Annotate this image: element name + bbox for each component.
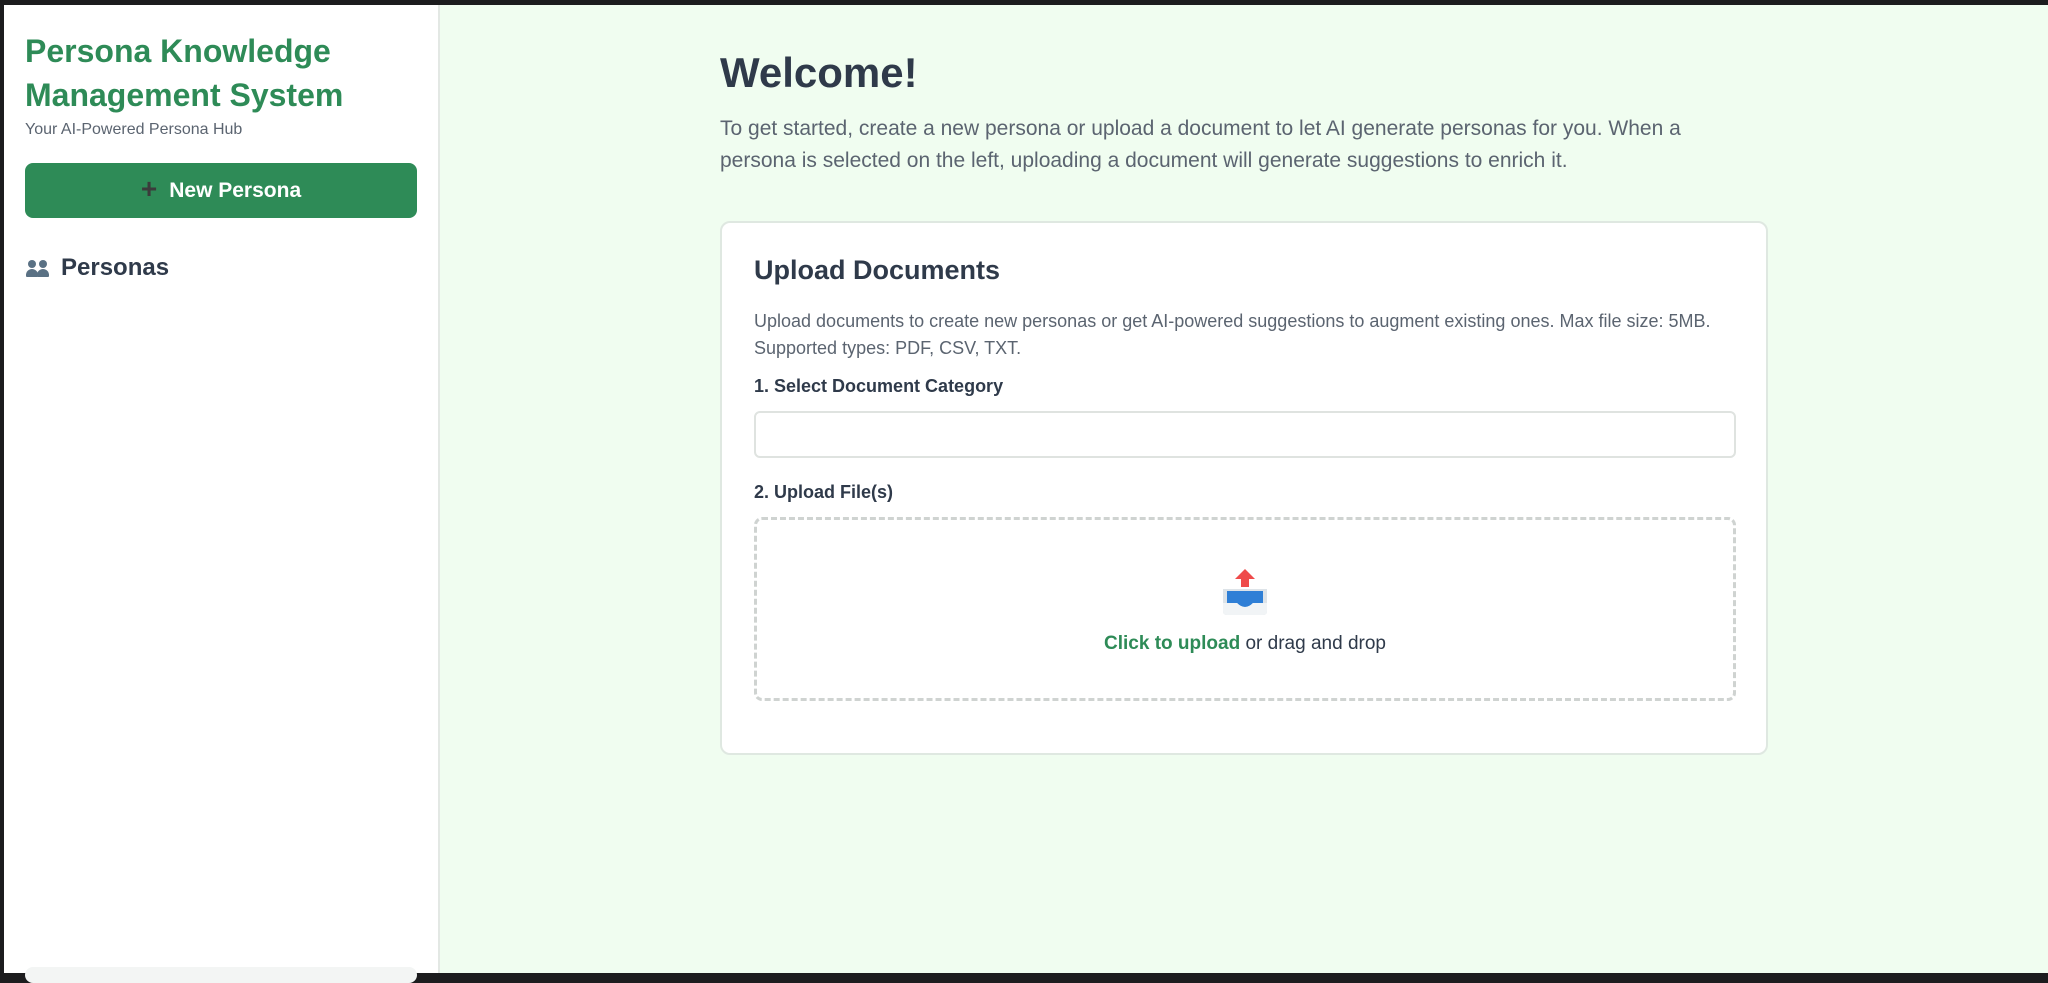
document-category-select[interactable] bbox=[754, 411, 1736, 458]
app-title: Persona Knowledge Management System bbox=[25, 33, 344, 113]
welcome-text: To get started, create a new persona or … bbox=[720, 117, 1681, 172]
upload-card-description: Upload documents to create new personas … bbox=[754, 311, 1711, 358]
category-label: 1. Select Document Category bbox=[754, 376, 1004, 396]
upload-card-title: Upload Documents bbox=[754, 255, 1001, 285]
file-dropzone[interactable]: Click to upload or drag and drop bbox=[754, 517, 1736, 701]
dropzone-text: Click to upload or drag and drop bbox=[1104, 633, 1386, 655]
inbox-tray-icon bbox=[1223, 569, 1267, 615]
sidebar-footer bbox=[25, 967, 417, 983]
personas-section-header: Personas bbox=[25, 254, 417, 282]
new-persona-button[interactable]: + New Persona bbox=[25, 163, 417, 218]
upload-documents-card: Upload Documents Upload documents to cre… bbox=[720, 221, 1768, 755]
welcome-section: Welcome! To get started, create a new pe… bbox=[720, 45, 1770, 755]
welcome-title: Welcome! bbox=[720, 49, 918, 96]
sidebar: Persona Knowledge Management System Your… bbox=[4, 5, 440, 983]
new-persona-label: New Persona bbox=[169, 178, 302, 202]
app-window: Persona Knowledge Management System Your… bbox=[4, 5, 2048, 983]
drag-and-drop-text: or drag and drop bbox=[1240, 633, 1386, 654]
app-subtitle: Your AI-Powered Persona Hub bbox=[25, 121, 243, 138]
people-icon bbox=[25, 258, 51, 278]
plus-icon: + bbox=[140, 173, 158, 204]
main-content: Welcome! To get started, create a new pe… bbox=[440, 5, 2048, 973]
click-to-upload-link[interactable]: Click to upload bbox=[1104, 633, 1240, 654]
upload-files-label: 2. Upload File(s) bbox=[754, 482, 894, 502]
personas-heading: Personas bbox=[61, 254, 170, 281]
